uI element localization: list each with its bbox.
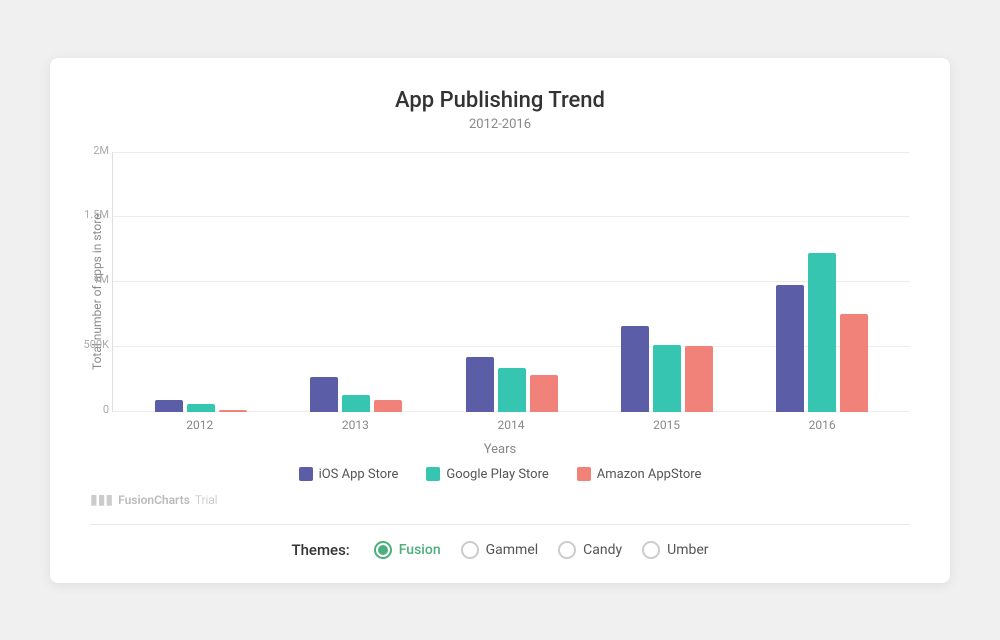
grid-label-2m: 2M	[69, 144, 109, 157]
x-label-2013: 2013	[278, 418, 434, 432]
legend-dot-amazon	[577, 467, 591, 481]
legend-dot-ios	[299, 467, 313, 481]
bar-google-2015	[653, 345, 681, 412]
radio-fusion[interactable]	[374, 541, 392, 559]
x-label-2015: 2015	[589, 418, 745, 432]
legend-item-ios: iOS App Store	[299, 467, 399, 482]
radio-umber[interactable]	[642, 541, 660, 559]
legend-item-google: Google Play Store	[426, 467, 548, 482]
theme-label-umber: Umber	[667, 542, 708, 558]
theme-option-fusion[interactable]: Fusion	[374, 541, 441, 559]
bar-amazon-2016	[840, 314, 868, 412]
legend-dot-google	[426, 467, 440, 481]
x-axis: 20122013201420152016	[112, 412, 910, 432]
theme-options: Fusion Gammel Candy Umber	[374, 541, 709, 559]
legend-item-amazon: Amazon AppStore	[577, 467, 702, 482]
watermark-trial: Trial	[195, 493, 218, 507]
bar-group-2012	[123, 152, 278, 412]
bar-group-2013	[278, 152, 433, 412]
chart-area: Total number of apps in store 2M 1.5M 1M…	[90, 152, 910, 432]
grid-and-bars: 2M 1.5M 1M 500K 0	[112, 152, 910, 412]
grid-label-15m: 1.5M	[69, 208, 109, 221]
chart-inner: 2M 1.5M 1M 500K 0 20122013201420152016	[112, 152, 910, 432]
legend-label-amazon: Amazon AppStore	[597, 467, 702, 482]
watermark: ▮▮▮ FusionCharts Trial	[90, 492, 910, 508]
theme-option-umber[interactable]: Umber	[642, 541, 708, 559]
legend-label-ios: iOS App Store	[319, 467, 399, 482]
grid-label-0: 0	[69, 403, 109, 416]
bar-ios-2015	[621, 326, 649, 412]
bar-group-2016	[745, 152, 900, 412]
x-label-2016: 2016	[744, 418, 900, 432]
theme-option-candy[interactable]: Candy	[558, 541, 622, 559]
bar-google-2012	[187, 404, 215, 412]
x-label-2014: 2014	[433, 418, 589, 432]
bar-amazon-2013	[374, 400, 402, 412]
radio-candy[interactable]	[558, 541, 576, 559]
radio-gammel[interactable]	[461, 541, 479, 559]
grid-label-500k: 500K	[69, 338, 109, 351]
x-axis-title: Years	[90, 442, 910, 457]
bar-google-2014	[498, 368, 526, 412]
bar-amazon-2014	[530, 375, 558, 412]
bar-amazon-2012	[219, 410, 247, 412]
legend: iOS App Store Google Play Store Amazon A…	[90, 467, 910, 482]
y-axis-label: Total number of apps in store	[90, 152, 104, 432]
theme-label-candy: Candy	[583, 542, 622, 558]
bar-google-2013	[342, 395, 370, 412]
theme-label-gammel: Gammel	[486, 542, 539, 558]
chart-card: App Publishing Trend 2012-2016 Total num…	[50, 58, 950, 583]
bar-group-2014	[434, 152, 589, 412]
legend-label-google: Google Play Store	[446, 467, 548, 482]
grid-label-1m: 1M	[69, 273, 109, 286]
bar-amazon-2015	[685, 346, 713, 412]
watermark-brand: FusionCharts	[118, 493, 190, 507]
radio-inner-fusion	[378, 545, 388, 555]
bar-ios-2014	[466, 357, 494, 412]
themes-section: Themes: Fusion Gammel Candy Umber	[90, 524, 910, 559]
bar-ios-2013	[310, 377, 338, 412]
bar-ios-2012	[155, 400, 183, 412]
bars-container	[113, 152, 910, 412]
chart-title: App Publishing Trend	[90, 88, 910, 113]
bar-ios-2016	[776, 285, 804, 412]
bar-google-2016	[808, 253, 836, 412]
x-label-2012: 2012	[122, 418, 278, 432]
theme-label-fusion: Fusion	[399, 542, 441, 558]
fusioncharts-icon: ▮▮▮	[90, 492, 113, 508]
bar-group-2015	[589, 152, 744, 412]
chart-subtitle: 2012-2016	[90, 117, 910, 132]
themes-label: Themes:	[291, 541, 349, 559]
theme-option-gammel[interactable]: Gammel	[461, 541, 539, 559]
